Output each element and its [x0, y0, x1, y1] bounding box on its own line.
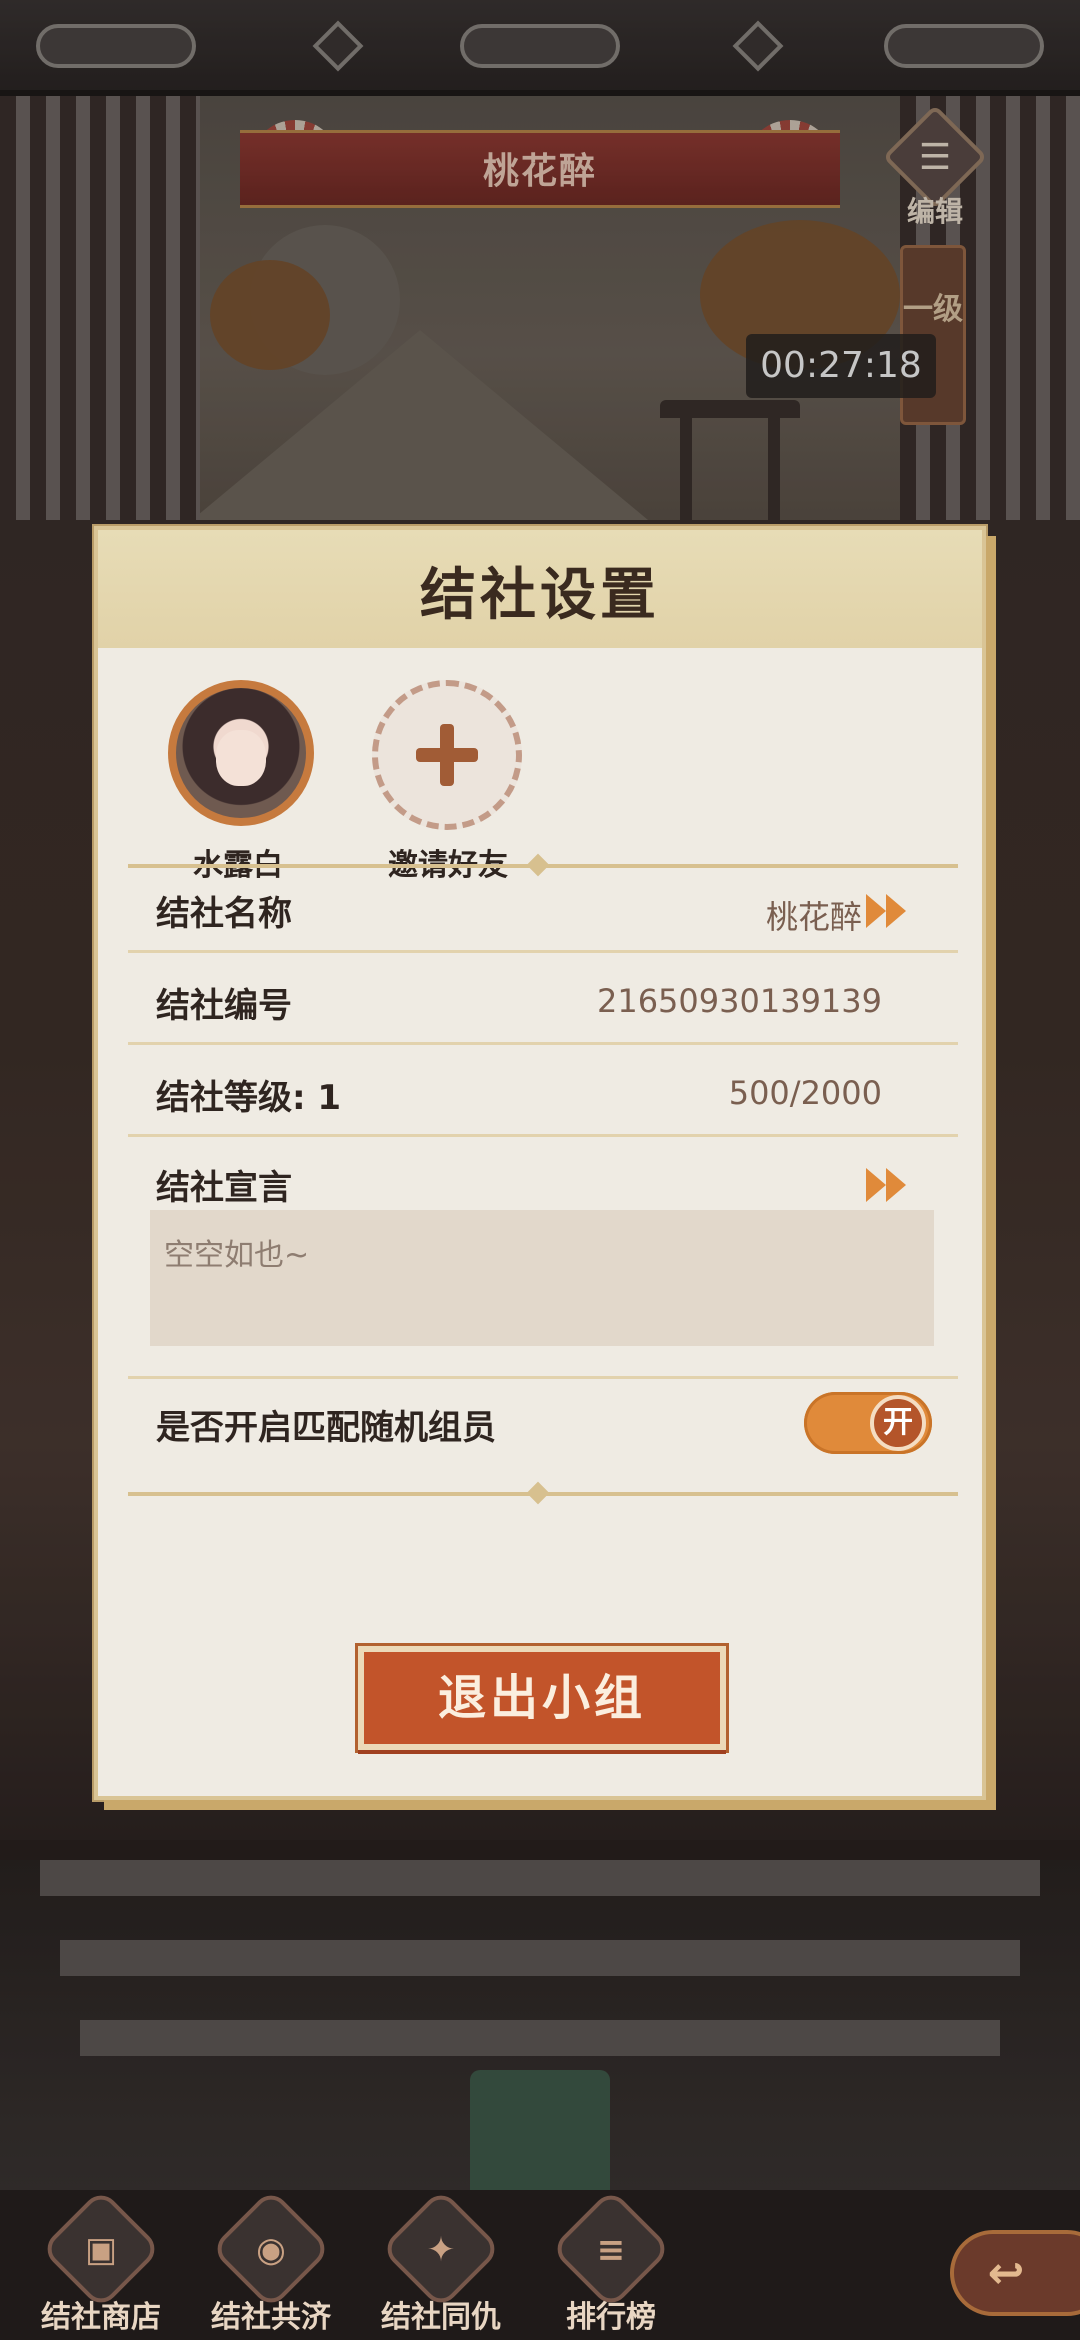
quit-group-label: 退出小组 [437, 1670, 646, 1726]
society-id-value: 21650930139139 [596, 982, 882, 1020]
edit-name-button[interactable] [866, 892, 918, 930]
dialog-title: 结社设置 [420, 563, 660, 628]
back-arrow-icon: ↩ [987, 2248, 1025, 2299]
avatar-face [216, 730, 266, 786]
invite-friend-button[interactable]: 邀请好友 [338, 670, 538, 890]
bottom-nav: ▣ 结社商店 ◉ 结社共济 ✦ 结社同仇 ≡ 排行榜 ↩ [0, 2188, 1080, 2340]
toggle-knob: 开 [870, 1395, 926, 1451]
gift-glyph: ▣ [84, 2230, 118, 2270]
swirl-glyph: ✦ [426, 2230, 456, 2270]
nav-label: 排行榜 [566, 2300, 656, 2335]
quit-group-button[interactable]: 退出小组 [358, 1646, 726, 1750]
scroll-glyph: ◉ [256, 2230, 286, 2270]
manifesto-box: 空空如也~ [150, 1210, 934, 1346]
avatar [168, 680, 314, 826]
manifesto-label: 结社宣言 [156, 1168, 292, 1208]
edit-manifesto-button[interactable] [866, 1166, 918, 1204]
back-button[interactable]: ↩ [950, 2230, 1080, 2316]
invite-label: 邀请好友 [388, 848, 508, 883]
row-divider [128, 950, 958, 953]
society-level-label: 结社等级: 1 [156, 1078, 342, 1118]
society-settings-dialog: 结社设置 水露白 邀请好友 结社名称 桃花醉 结社编号 216509301391… [94, 526, 986, 1800]
ornate-divider [128, 1481, 958, 1505]
manifesto-text: 空空如也~ [164, 1238, 310, 1273]
nav-label: 结社同仇 [381, 2300, 501, 2335]
nav-society-shop[interactable]: ▣ 结社商店 [26, 2188, 176, 2338]
member-name: 水露白 [193, 848, 283, 883]
nav-society-battle[interactable]: ✦ 结社同仇 [366, 2188, 516, 2338]
nav-leaderboard[interactable]: ≡ 排行榜 [536, 2188, 686, 2338]
leaderboard-glyph: ≡ [596, 2230, 626, 2270]
society-exp-value: 500/2000 [728, 1074, 882, 1112]
double-chevron-icon [866, 894, 886, 928]
random-match-toggle[interactable]: 开 [804, 1392, 932, 1454]
random-match-label: 是否开启匹配随机组员 [156, 1408, 496, 1448]
nav-label: 结社商店 [41, 2300, 161, 2335]
row-divider [128, 1134, 958, 1137]
dialog-header: 结社设置 [98, 530, 982, 648]
society-name-value: 桃花醉 [765, 898, 862, 936]
add-member-slot [372, 680, 522, 830]
nav-society-mutual-aid[interactable]: ◉ 结社共济 [196, 2188, 346, 2338]
nav-label: 结社共济 [211, 2300, 331, 2335]
society-id-label: 结社编号 [156, 986, 292, 1026]
member-slot[interactable]: 水露白 [138, 670, 338, 890]
double-chevron-icon [866, 1168, 886, 1202]
society-name-label: 结社名称 [156, 894, 292, 934]
row-divider [128, 1042, 958, 1045]
ornate-divider [128, 853, 958, 877]
row-divider [128, 1376, 958, 1379]
